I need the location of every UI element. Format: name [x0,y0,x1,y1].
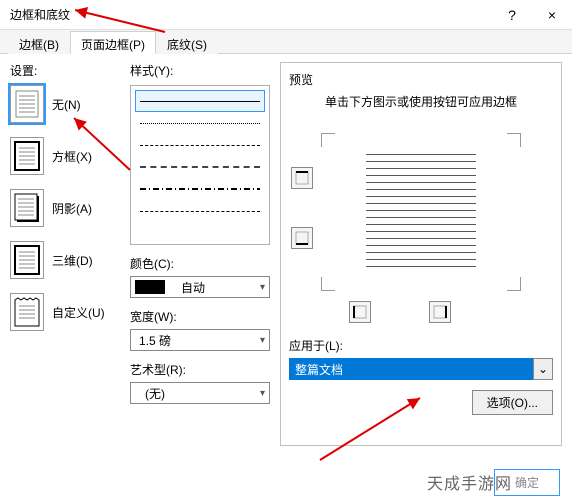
tab-bar: 边框(B) 页面边框(P) 底纹(S) [0,30,572,54]
border-left-button[interactable] [349,301,371,323]
style-dotted[interactable] [135,112,265,134]
style-dashed-small[interactable] [135,134,265,156]
width-dropdown[interactable]: 1.5 磅 ▾ [130,329,270,351]
setting-none[interactable]: 无(N) [10,85,120,123]
setting-none-label: 无(N) [52,96,81,113]
art-dropdown[interactable]: (无) ▾ [130,382,270,404]
style-listbox[interactable] [130,85,270,245]
border-top-button[interactable] [291,167,313,189]
color-dropdown[interactable]: 自动 ▾ [130,276,270,298]
chevron-down-icon: ▾ [260,388,265,399]
apply-to-label: 应用于(L): [289,337,553,354]
style-solid[interactable] [135,90,265,112]
setting-3d-icon [10,241,44,279]
corner-marker-bl [321,277,335,291]
style-dashdot[interactable] [135,178,265,200]
style-label: 样式(Y): [130,62,270,79]
chevron-down-icon: ▾ [260,335,265,346]
chevron-down-icon: ▾ [260,282,265,293]
art-label: 艺术型(R): [130,361,270,378]
preview-page-icon [366,154,476,269]
close-button[interactable]: × [532,0,572,30]
setting-box-label: 方框(X) [52,148,92,165]
corner-marker-br [507,277,521,291]
settings-column: 设置: 无(N) 方框(X) 阴影(A) 三维(D) [10,62,120,446]
preview-hint: 单击下方图示或使用按钮可应用边框 [289,94,553,111]
style-column: 样式(Y): 颜色(C): 自动 ▾ 宽度(W): 1.5 磅 ▾ [130,62,270,446]
color-value: 自动 [171,279,260,296]
color-label: 颜色(C): [130,255,270,272]
apply-to-dropdown[interactable]: 整篇文档 ⌄ [289,358,553,380]
setting-3d[interactable]: 三维(D) [10,241,120,279]
settings-label: 设置: [10,62,120,79]
setting-3d-label: 三维(D) [52,252,93,269]
window-title: 边框和底纹 [10,6,70,23]
ok-button[interactable]: 确定 [494,469,560,496]
setting-shadow[interactable]: 阴影(A) [10,189,120,227]
setting-shadow-label: 阴影(A) [52,200,92,217]
style-dashed-long[interactable] [135,200,265,222]
setting-box[interactable]: 方框(X) [10,137,120,175]
setting-none-icon [10,85,44,123]
setting-custom-icon [10,293,44,331]
titlebar: 边框和底纹 ? × [0,0,572,30]
help-button[interactable]: ? [492,0,532,30]
footer: 确定 [494,469,560,496]
tab-border[interactable]: 边框(B) [8,31,70,54]
tab-shading[interactable]: 底纹(S) [156,31,218,54]
art-value: (无) [135,385,260,402]
setting-box-icon [10,137,44,175]
setting-custom-label: 自定义(U) [52,304,105,321]
border-right-button[interactable] [429,301,451,323]
corner-marker-tr [507,133,521,147]
chevron-down-icon: ⌄ [533,358,553,380]
tab-page-border[interactable]: 页面边框(P) [70,31,156,54]
preview-area[interactable] [289,127,553,297]
setting-shadow-icon [10,189,44,227]
color-swatch [135,280,165,294]
corner-marker-tl [321,133,335,147]
setting-custom[interactable]: 自定义(U) [10,293,120,331]
options-button[interactable]: 选项(O)... [472,390,553,415]
style-dashed-med[interactable] [135,156,265,178]
preview-label: 预览 [289,71,553,88]
preview-panel: 预览 单击下方图示或使用按钮可应用边框 应用于(L): 整篇文档 ⌄ 选项(O)… [280,62,562,446]
width-value: 1.5 磅 [135,332,260,349]
border-bottom-button[interactable] [291,227,313,249]
apply-to-value: 整篇文档 [289,358,533,380]
width-label: 宽度(W): [130,308,270,325]
